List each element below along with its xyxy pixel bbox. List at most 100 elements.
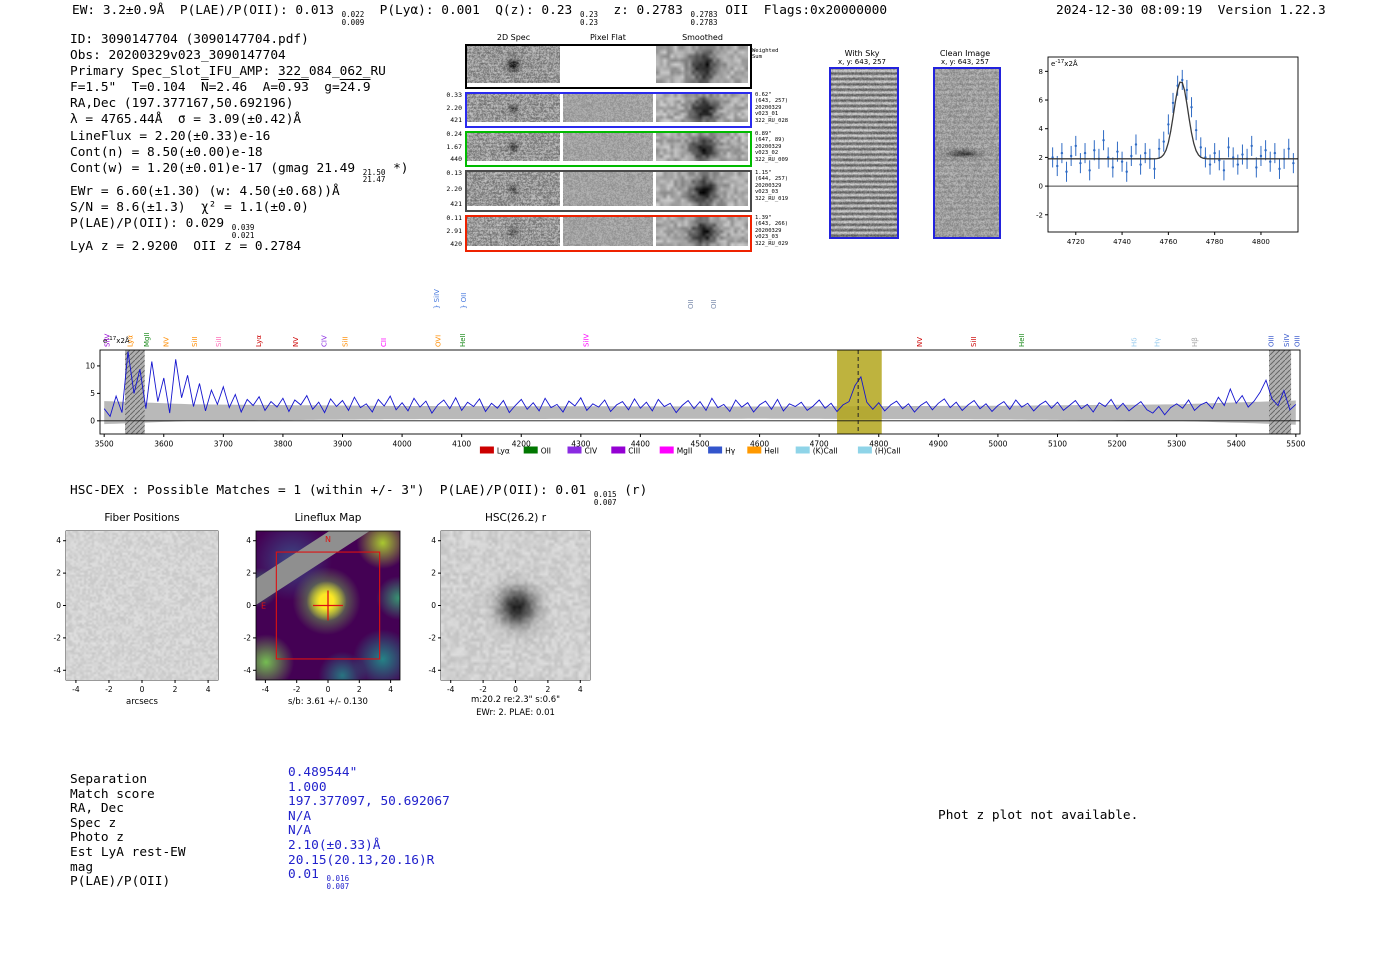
- legend-swatch: [659, 446, 674, 454]
- data-point: [1111, 166, 1115, 169]
- emission-line-label: } SiIV: [433, 289, 441, 309]
- info-line: ID: 3090147704 (3090147704.pdf): [70, 32, 309, 47]
- tick-label: 4: [246, 536, 251, 545]
- data-point: [1245, 157, 1249, 161]
- spec2d-row-annotations: 0.89" (647, 89) 20200329 v023_02 322_RU_009: [755, 131, 805, 163]
- clean-image-title: Clean Image: [939, 49, 991, 58]
- pixel-flat-image: [563, 94, 653, 122]
- masked-region: [125, 350, 145, 434]
- spectrum-ylabel: e-17x2Å: [103, 336, 130, 345]
- fiber-weight-label: 0.13: [446, 169, 462, 177]
- spec2d-col-header-2dspec: 2D Spec: [496, 33, 531, 42]
- data-point: [1088, 169, 1091, 172]
- data-point: [1074, 144, 1077, 148]
- smoothed-image: [656, 94, 748, 122]
- legend-swatch: [747, 446, 762, 454]
- data-point: [1269, 160, 1272, 163]
- emission-line-label: SiII: [970, 336, 978, 347]
- tick-label: 5500: [1286, 440, 1305, 449]
- info-line: Cont(n) = 8.50(±0.00)e-18: [70, 144, 263, 160]
- fiber-positions-image: [66, 531, 218, 680]
- data-point: [1255, 166, 1258, 169]
- legend-label: CIV: [585, 447, 598, 456]
- spectrum-frame: [99, 349, 1301, 435]
- fit-plot-frame: [1047, 56, 1299, 233]
- data-point: [1093, 149, 1096, 152]
- match-row: Photo z N/A: [70, 823, 450, 845]
- data-point: [1222, 169, 1226, 172]
- tick-label: 5200: [1108, 440, 1127, 449]
- fit-plot-ylabel: e-17x2Å: [1051, 59, 1078, 68]
- sup-sub-value: 0.23 0.23: [579, 10, 599, 27]
- data-point: [1213, 151, 1216, 155]
- legend-label: OII: [541, 447, 551, 456]
- tick-label: 4: [1039, 125, 1044, 133]
- legend-label: CIII: [628, 447, 640, 456]
- tick-label: 4900: [929, 440, 948, 449]
- tick-label: 0: [1039, 183, 1043, 191]
- lineflux-map-image: [256, 531, 400, 680]
- fiber-annotation: 322_RU_029: [755, 240, 789, 247]
- emission-line-label: SiIV: [1283, 334, 1291, 347]
- legend-label: MgII: [677, 447, 693, 456]
- emission-line-label: Lyα: [255, 335, 263, 347]
- emission-line-label: Hβ: [1191, 337, 1199, 347]
- emission-line-label: SiIV: [583, 334, 591, 347]
- tick-label: 3900: [333, 440, 352, 449]
- elixer-detection-report: EW: 3.2±0.9Å P(LAE)/P(OII): 0.013 0.022 0…: [0, 0, 1400, 953]
- data-point: [1079, 161, 1082, 165]
- with-sky-title: With Sky: [844, 49, 880, 58]
- data-point: [1065, 170, 1068, 173]
- spec2d-row-left-labels: 0.33 2.20 421: [438, 92, 462, 124]
- info-line: EWr = 6.60(±1.30) (w: 4.50(±0.68))Å: [70, 183, 340, 199]
- emission-line-label: CII: [380, 338, 388, 347]
- data-point: [1162, 140, 1165, 143]
- fiber-weight-label: 2.20: [446, 103, 462, 112]
- spec2d-col-header-smoothed: Smoothed: [682, 33, 723, 42]
- tick-label: 3500: [95, 440, 114, 449]
- hsc-cutout-xlabel-2: EWr: 2. PLAE: 0.01: [476, 708, 555, 718]
- lineflux-map-title: Lineflux Map: [294, 512, 362, 524]
- superscript: -17: [1055, 59, 1065, 65]
- fiber-weight-label: 421: [450, 200, 462, 208]
- fiber-weight-label: 1.67: [446, 142, 462, 151]
- match-row: P(LAE)/P(OII) 0.01 0.016 0.007: [70, 867, 450, 891]
- data-point: [1139, 163, 1142, 166]
- emission-line-label: NV: [163, 337, 171, 347]
- tick-label: -4: [429, 666, 437, 675]
- data-point: [1134, 143, 1138, 146]
- fiber-annotation: 322_RU_028: [755, 117, 789, 124]
- fiber-weight-label: 0.11: [446, 214, 462, 222]
- tick-label: -4: [54, 666, 62, 675]
- emission-line-label: NV: [292, 337, 300, 347]
- tick-label: 5000: [988, 440, 1007, 449]
- emission-line-label: SiII: [215, 336, 223, 347]
- detection-info-block: ID: 3090147704 (3090147704.pdf) Obs: 2020…: [70, 32, 408, 255]
- sup-sub-value: 21.50 21.47: [362, 167, 386, 185]
- tick-label: -2: [244, 633, 252, 642]
- info-line: λ = 4765.44Å σ = 3.09(±0.42)Å: [70, 112, 302, 128]
- match-row: RA, Dec 197.377097, 50.692067: [70, 794, 450, 816]
- legend-swatch: [479, 446, 494, 454]
- legend-swatch: [523, 446, 538, 454]
- data-point: [1153, 167, 1156, 171]
- tick-label: 2: [357, 685, 362, 694]
- data-point: [1236, 163, 1240, 166]
- data-point: [1218, 159, 1221, 162]
- data-point: [1208, 163, 1212, 166]
- smoothed-image: [656, 217, 748, 246]
- tick-label: -2: [479, 685, 487, 694]
- data-point: [1181, 78, 1184, 82]
- spec2d-row-left-labels: 0.13 2.20 421: [438, 170, 462, 208]
- legend-label: Lyα: [497, 447, 510, 456]
- tick-label: 2: [1039, 154, 1043, 162]
- data-point: [1106, 156, 1110, 159]
- smoothed-image: [656, 133, 748, 161]
- info-line: F=1.5" T=0.104 N=2.46 A=0.93 g=24.9: [70, 80, 371, 96]
- tick-label: 2: [246, 569, 251, 578]
- info-line: Primary Spec_Slot_IFU_AMP: 322_084_062_R…: [70, 64, 386, 80]
- masked-region-stripe: [256, 531, 400, 620]
- tick-label: 4500: [690, 440, 709, 449]
- sup-sub-value: 0.016 0.007: [326, 874, 350, 891]
- spec2d-image: [467, 172, 560, 206]
